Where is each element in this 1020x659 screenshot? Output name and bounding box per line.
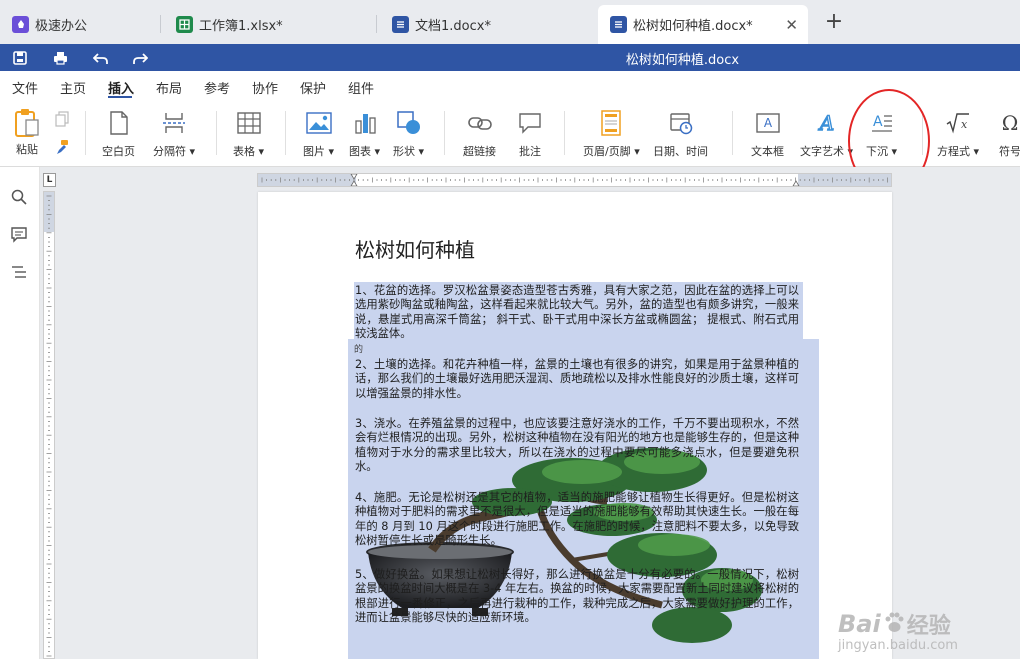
menu-home[interactable]: 主页 (60, 78, 86, 97)
chart-button[interactable]: 图表 ▾ (349, 109, 380, 159)
equation-icon: x (944, 109, 972, 137)
comment-icon (516, 109, 544, 137)
menu-file[interactable]: 文件 (12, 78, 38, 97)
shape-label: 形状 ▾ (393, 145, 425, 158)
tab-document1[interactable]: 文档1.docx* (380, 5, 590, 44)
new-tab-plus-icon[interactable]: + (822, 10, 846, 34)
header-footer-button[interactable]: 页眉/页脚 ▾ (583, 109, 640, 159)
paragraph-3[interactable]: 3、浇水。在养殖盆景的过程中，也应该要注意好浇水的工作，千万不要出现积水，不然会… (355, 417, 799, 475)
date-time-button[interactable]: 日期、时间 (653, 109, 708, 159)
symbol-label: 符号 (999, 145, 1020, 158)
chart-label: 图表 ▾ (349, 145, 381, 158)
hyperlink-button[interactable]: 超链接 (463, 109, 496, 159)
document-icon (392, 16, 409, 33)
blank-page-button[interactable]: 空白页 (102, 109, 135, 159)
text-art-label: 文字艺术 ▾ (800, 145, 854, 158)
svg-text:Ω: Ω (1002, 112, 1019, 134)
menu-layout[interactable]: 布局 (156, 78, 182, 97)
paste-icon (13, 109, 41, 137)
page-break-icon (160, 109, 188, 137)
paragraph-1[interactable]: 1、花盆的选择。罗汉松盆景姿态造型苍古秀雅，具有大家之范，因此在盆的选择上可以选… (355, 284, 799, 342)
svg-text:A: A (763, 116, 772, 130)
format-painter-icon[interactable] (54, 139, 70, 158)
menu-insert[interactable]: 插入 (108, 78, 134, 97)
table-icon (235, 109, 263, 137)
tab-label: 松树如何种植.docx* (633, 19, 753, 34)
shape-button[interactable]: 形状 ▾ (393, 109, 424, 159)
copy-icon[interactable] (54, 111, 70, 130)
bar-chart-icon (351, 109, 379, 137)
omega-icon: Ω (996, 109, 1020, 137)
tab-stop-selector[interactable]: L (43, 173, 56, 187)
date-time-label: 日期、时间 (653, 145, 708, 158)
textbox-icon: A (754, 109, 782, 137)
horizontal-ruler[interactable] (257, 173, 892, 187)
picture-button[interactable]: 图片 ▾ (303, 109, 334, 159)
baidu-jingyan-watermark: Bai 经验 jingyan.baidu.com (838, 610, 958, 653)
svg-text:x: x (961, 118, 968, 131)
comment-label: 批注 (519, 145, 541, 158)
picture-icon (305, 109, 333, 137)
tab-label: 工作簿1.xlsx* (199, 19, 283, 34)
tab-label: 文档1.docx* (415, 19, 491, 34)
tab-active-document[interactable]: 松树如何种植.docx* ✕ (598, 5, 808, 44)
comment-panel-icon[interactable] (11, 227, 29, 245)
paw-icon (883, 612, 905, 637)
separator-label: 分隔符 ▾ (153, 145, 196, 158)
table-button[interactable]: 表格 ▾ (233, 109, 264, 159)
blank-page-icon (105, 109, 133, 137)
left-sidebar (0, 167, 40, 659)
text-art-icon: A (813, 109, 841, 137)
menu-plugins[interactable]: 组件 (348, 78, 374, 97)
tab-label: 极速办公 (35, 19, 88, 34)
vertical-ruler[interactable] (43, 191, 55, 659)
paragraph-4[interactable]: 4、施肥。无论是松树还是其它的植物，适当的施肥能够让植物生长得更好。但是松树这种… (355, 491, 799, 549)
search-icon[interactable] (11, 189, 29, 207)
menu-references[interactable]: 参考 (204, 78, 230, 97)
separator-button[interactable]: 分隔符 ▾ (153, 109, 195, 159)
tab-bar: 极速办公 工作簿1.xlsx* 文档1.docx* 松树如何种植.docx* ✕… (0, 0, 1020, 44)
textbox-button[interactable]: A 文本框 (751, 109, 784, 159)
header-footer-label: 页眉/页脚 ▾ (583, 145, 640, 158)
menu-collaborate[interactable]: 协作 (252, 78, 278, 97)
shape-icon (395, 109, 423, 137)
window-title: 松树如何种植.docx (625, 53, 740, 68)
calendar-clock-icon (667, 109, 695, 137)
equation-label: 方程式 ▾ (937, 145, 980, 158)
link-icon (466, 109, 494, 137)
hyperlink-label: 超链接 (463, 145, 496, 158)
close-icon[interactable]: ✕ (785, 16, 798, 34)
paragraph-5[interactable]: 5、做好换盆。如果想让松树长得好，那么进行换盆是十分有必要的。一般情况下，松树盆… (355, 568, 799, 626)
spreadsheet-icon (176, 16, 193, 33)
title-bar: 松树如何种植.docx (0, 44, 1020, 71)
symbol-button[interactable]: Ω 符号 (996, 109, 1020, 159)
document-title[interactable]: 松树如何种植 (355, 234, 475, 263)
textbox-label: 文本框 (751, 145, 784, 158)
paste-button[interactable]: 粘贴 (13, 109, 41, 157)
picture-label: 图片 ▾ (303, 145, 335, 158)
app-rocket-icon (12, 16, 29, 33)
paste-label: 粘贴 (16, 143, 38, 156)
active-menu-indicator (108, 96, 132, 98)
svg-text:A: A (817, 111, 833, 135)
stray-character[interactable]: 的 (354, 342, 363, 355)
header-footer-icon (597, 109, 625, 137)
text-art-button[interactable]: A 文字艺术 ▾ (800, 109, 853, 159)
table-label: 表格 ▾ (233, 145, 265, 158)
blank-page-label: 空白页 (102, 145, 135, 158)
comment-button[interactable]: 批注 (516, 109, 544, 159)
menu-protect[interactable]: 保护 (300, 78, 326, 97)
document-icon (610, 16, 627, 33)
tab-home[interactable]: 极速办公 (0, 5, 154, 44)
tab-workbook[interactable]: 工作簿1.xlsx* (164, 5, 374, 44)
paragraph-2[interactable]: 2、土壤的选择。和花卉种植一样，盆景的土壤也有很多的讲究，如果是用于盆景种植的话… (355, 358, 799, 401)
equation-button[interactable]: x 方程式 ▾ (937, 109, 979, 159)
outline-icon[interactable] (11, 265, 29, 283)
